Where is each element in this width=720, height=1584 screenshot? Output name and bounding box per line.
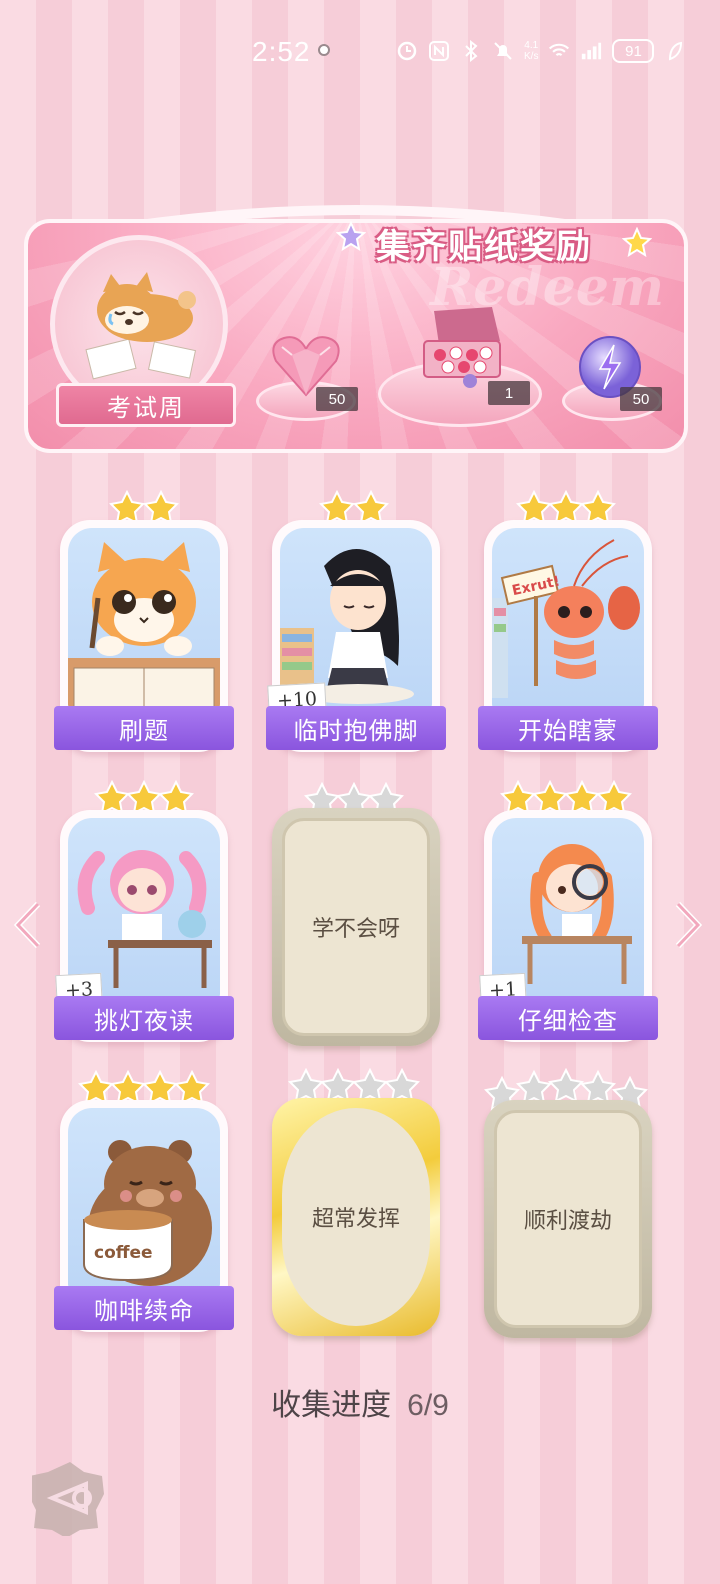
sticker-label: 开始瞎蒙: [478, 706, 658, 750]
sticker-box-icon[interactable]: [416, 303, 508, 389]
sticker-card[interactable]: +1 仔细检查: [478, 810, 658, 1042]
progress-value: 6/9: [407, 1389, 449, 1422]
prev-page-arrow-icon[interactable]: [10, 900, 46, 950]
locked-sticker-label: 顺利渡劫: [494, 1110, 642, 1328]
net-speed: 4.1 K/s: [524, 40, 539, 62]
purple-star-icon: [336, 221, 366, 251]
locked-sticker-label: 学不会呀: [282, 818, 430, 1036]
nfc-icon: [428, 40, 450, 62]
status-icons: 4.1 K/s 91: [396, 36, 686, 66]
bluetooth-icon: [460, 40, 482, 62]
sticker-label: 咖啡续命: [54, 1286, 234, 1330]
svg-text:coffee: coffee: [94, 1243, 153, 1263]
banner-title: 集齐贴纸奖励: [376, 227, 592, 267]
locked-sticker-card[interactable]: 学不会呀: [272, 808, 440, 1046]
reward-count: 1: [488, 381, 530, 405]
app-notification-icon: [318, 44, 330, 56]
sticker-label: 挑灯夜读: [54, 996, 234, 1040]
sticker-label: 仔细检查: [478, 996, 658, 1040]
locked-sticker-card[interactable]: 超常发挥: [272, 1098, 440, 1336]
sticker-label: 临时抱佛脚: [266, 706, 446, 750]
reward-count: 50: [316, 387, 358, 411]
sticker-card[interactable]: 刷题: [54, 520, 234, 752]
sticker-card[interactable]: coffee 咖啡续命: [54, 1100, 234, 1332]
shrimp-sign-illustration: Exrut!: [492, 528, 644, 710]
wifi-icon: [548, 40, 570, 62]
collection-progress: 收集进度 6/9: [0, 1380, 720, 1424]
status-bar: 2:52 4.1 K/s 91: [0, 0, 720, 104]
locked-sticker-card[interactable]: 顺利渡劫: [484, 1100, 652, 1338]
alarm-icon: [396, 40, 418, 62]
reward-count: 50: [620, 387, 662, 411]
battery-indicator: 91: [612, 39, 655, 63]
yellow-star-icon: [622, 227, 652, 257]
cat-writing-illustration: [68, 528, 220, 710]
sticker-label: 刷题: [54, 706, 234, 750]
theme-label: 考试周: [56, 383, 236, 427]
leaf-icon: [664, 40, 686, 62]
signal-icon: [580, 40, 602, 62]
status-time: 2:52: [252, 36, 311, 67]
reward-banner: Redeem 集齐贴纸奖励 考试周 50 1 50: [16, 185, 696, 463]
sticker-card[interactable]: Exrut! 开始瞎蒙: [478, 520, 658, 752]
bear-coffee-illustration: coffee: [68, 1108, 220, 1290]
locked-sticker-label: 超常发挥: [282, 1108, 430, 1326]
mute-icon: [492, 40, 514, 62]
next-page-arrow-icon[interactable]: [670, 900, 706, 950]
back-button-icon[interactable]: [32, 1460, 108, 1536]
sticker-card[interactable]: +10 临时抱佛脚: [266, 520, 446, 752]
progress-label: 收集进度: [271, 1388, 392, 1423]
sticker-card[interactable]: +3 挑灯夜读: [54, 810, 234, 1042]
